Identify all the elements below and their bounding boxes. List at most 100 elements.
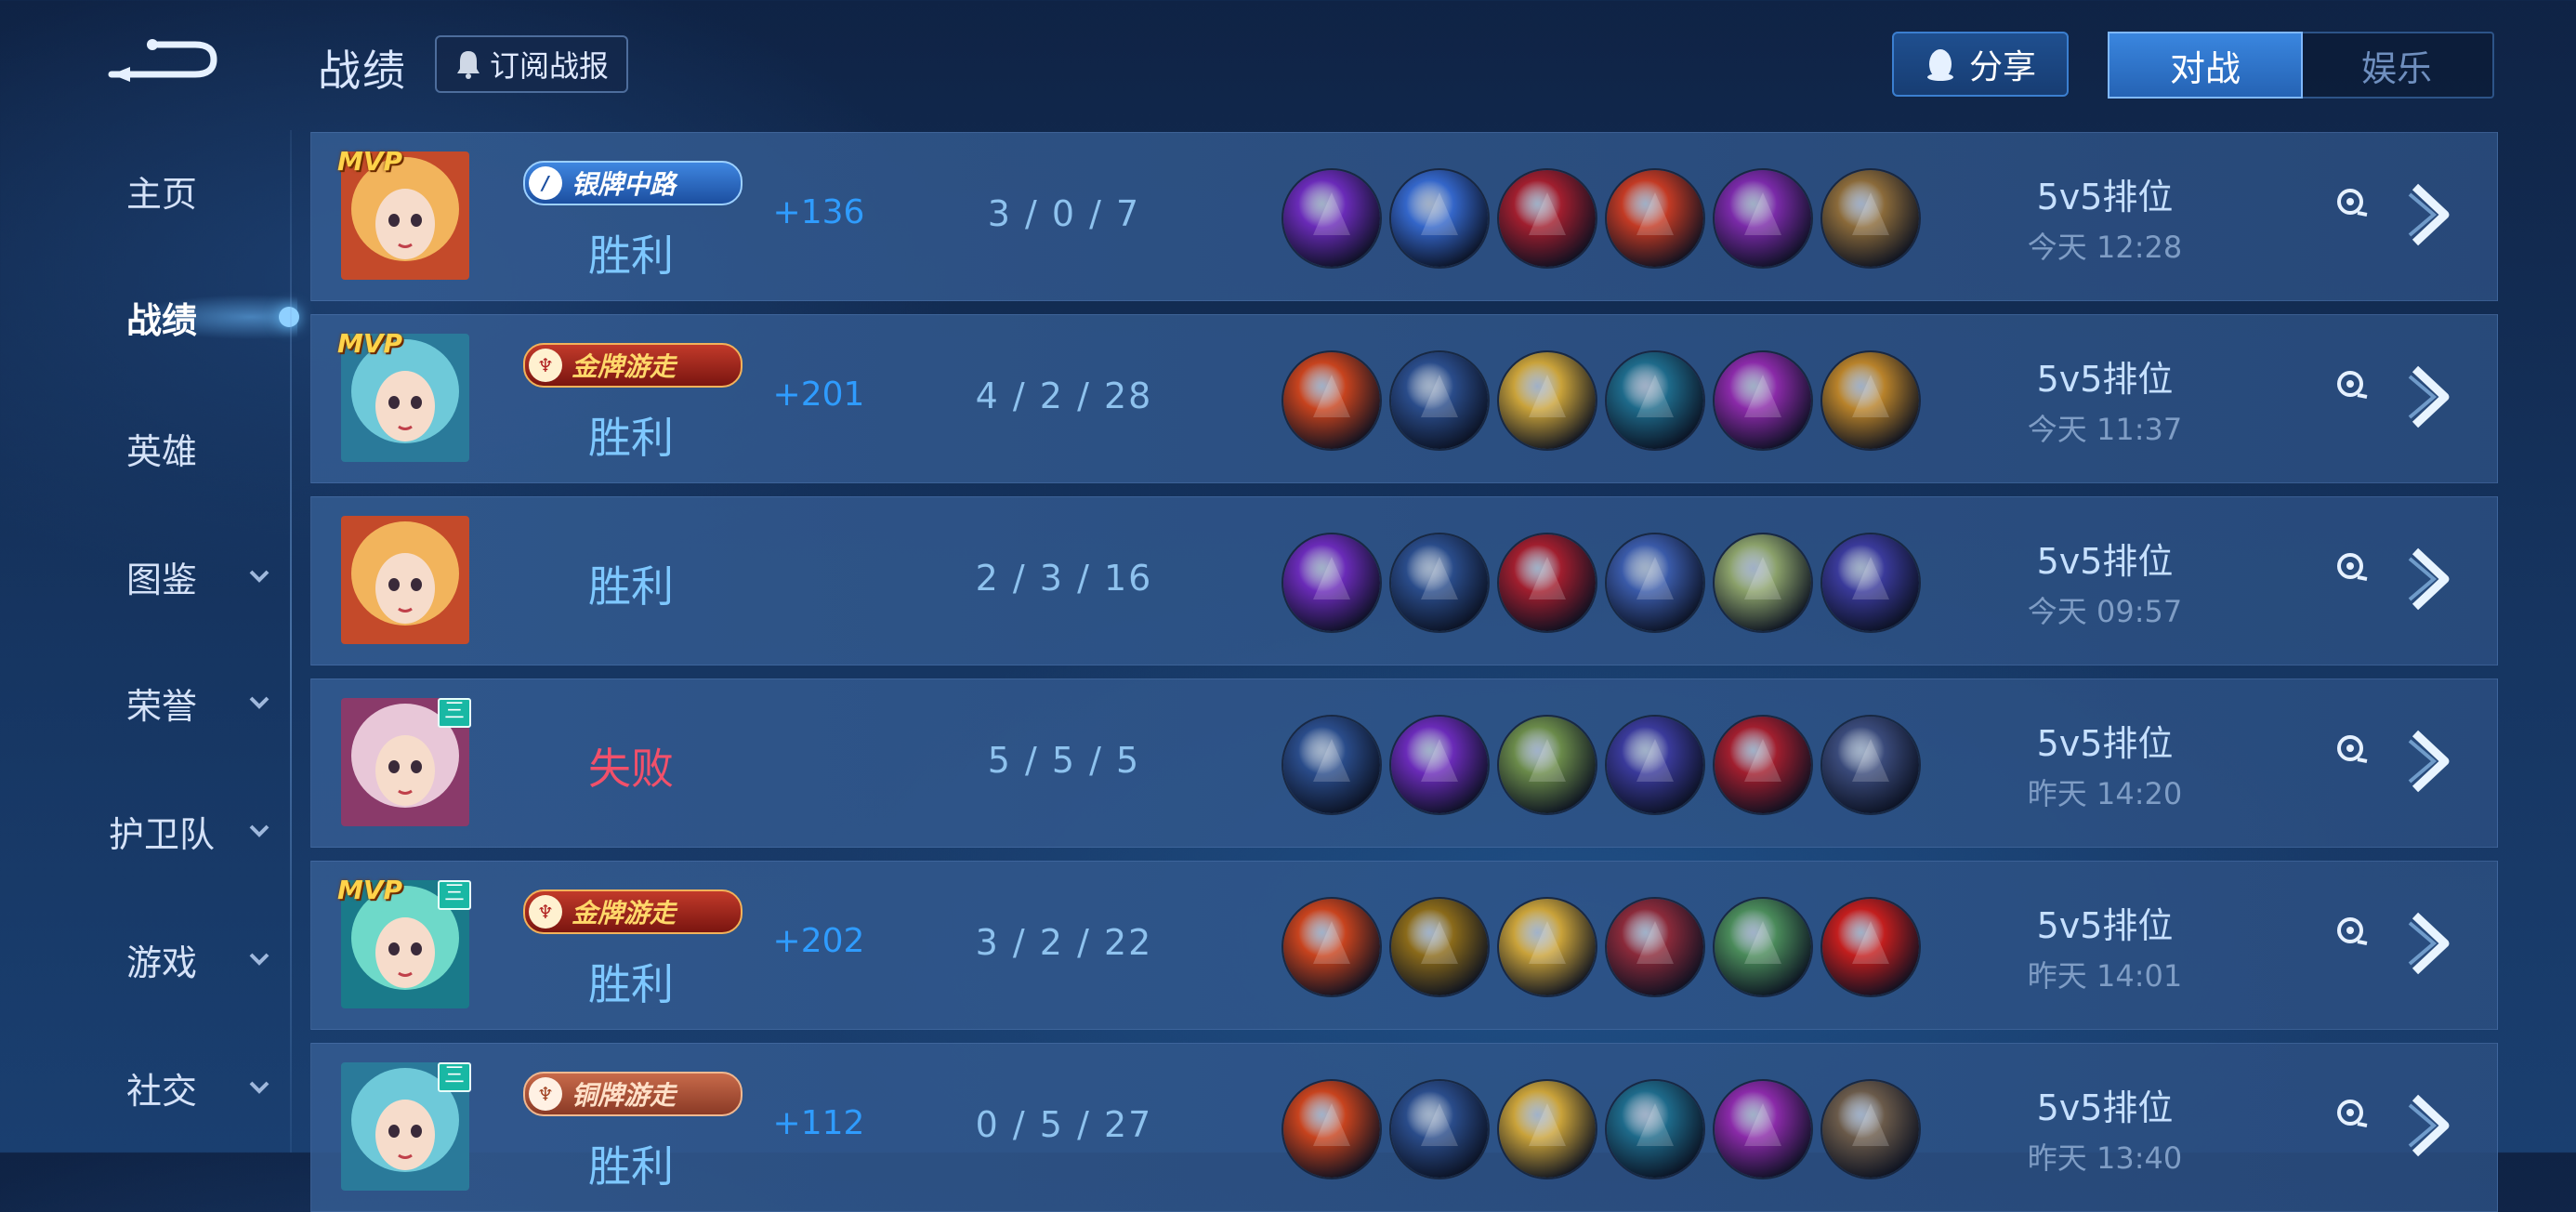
equipment-item-icon: [1605, 533, 1705, 633]
sidebar-item-games[interactable]: 游戏: [0, 922, 297, 996]
mvp-badge: MVP: [337, 146, 403, 177]
qq-penguin-icon: [1926, 49, 1953, 81]
sidebar-item-label: 战绩: [125, 299, 197, 341]
equipment-item-icon: [1713, 168, 1813, 269]
equipment-item-icon: [1389, 168, 1490, 269]
rank-badge: / 银牌中路: [523, 161, 743, 205]
match-time: 今天 09:57: [2027, 594, 2183, 629]
match-row[interactable]: 胜利 2 / 3 / 16 5v5排位 今天 09:57: [310, 496, 2498, 665]
equipment-item-icon: [1605, 715, 1705, 815]
chevron-right-icon[interactable]: [2402, 724, 2458, 798]
chevron-right-icon[interactable]: [2402, 542, 2458, 616]
match-row[interactable]: 三 失败 5 / 5 / 5 5v5排位 昨天 14:20: [310, 678, 2498, 848]
sidebar-item-home[interactable]: 主页: [0, 153, 297, 228]
level-badge: 三: [438, 698, 471, 728]
equipment-item-icon: [1389, 715, 1490, 815]
kda: 5 / 5 / 5: [987, 740, 1141, 781]
sidebar-item-label: 图鉴: [125, 559, 197, 600]
rank-badge: ♆ 金牌游走: [523, 889, 743, 934]
equipment-item-icon: [1281, 715, 1382, 815]
back-button[interactable]: [102, 26, 223, 91]
sidebar-item-codex[interactable]: 图鉴: [0, 539, 297, 613]
sidebar-item-label: 社交: [125, 1070, 197, 1112]
equipment-item-icon: [1497, 715, 1597, 815]
equipment-item-icon: [1820, 715, 1921, 815]
rank-points: +112: [772, 1104, 865, 1142]
equipment-item-icon: [1497, 350, 1597, 451]
equipment-item-icon: [1820, 1079, 1921, 1179]
match-mode: 5v5排位: [2036, 723, 2174, 764]
chevron-down-icon: [249, 696, 269, 709]
equipment-item-icon: [1389, 533, 1490, 633]
sidebar-item-label: 护卫队: [108, 813, 215, 855]
crest-icon: ♆: [529, 895, 562, 929]
match-result: 胜利: [588, 413, 674, 463]
match-row[interactable]: MVP 三 ♆ 金牌游走 胜利 +202 3 / 2 / 22 5v5排位 昨天 …: [310, 861, 2498, 1030]
match-mode: 5v5排位: [2036, 905, 2174, 946]
chevron-down-icon: [249, 570, 269, 583]
rank-label: 金牌游走: [572, 898, 677, 929]
equipment-item-icon: [1713, 350, 1813, 451]
equipment-item-icon: [1605, 350, 1705, 451]
equipment-item-icon: [1281, 1079, 1382, 1179]
mvp-badge: MVP: [337, 328, 403, 359]
equipment-item-icon: [1713, 897, 1813, 997]
sword-icon: /: [529, 166, 562, 200]
sidebar-item-social[interactable]: 社交: [0, 1050, 297, 1125]
match-row[interactable]: 三 ♆ 铜牌游走 胜利 +112 0 / 5 / 27 5v5排位 昨天 13:4…: [310, 1043, 2498, 1212]
sidebar-item-heroes[interactable]: 英雄: [0, 411, 297, 485]
sidebar-item-honor[interactable]: 荣誉: [0, 665, 297, 740]
match-row[interactable]: MVP / 银牌中路 胜利 +136 3 / 0 / 7 5v5排位 今天 12:…: [310, 132, 2498, 301]
mvp-badge: MVP: [337, 875, 403, 905]
equipment-item-icon: [1281, 897, 1382, 997]
rank-label: 铜牌游走: [572, 1080, 677, 1111]
sidebar-item-label: 荣誉: [125, 685, 197, 727]
sidebar-item-guard[interactable]: 护卫队: [0, 794, 297, 868]
tab-battle[interactable]: 对战: [2108, 32, 2303, 99]
equipment-item-icon: [1820, 350, 1921, 451]
chevron-right-icon[interactable]: [2402, 1088, 2458, 1163]
match-result: 胜利: [588, 1141, 674, 1192]
kda: 0 / 5 / 27: [975, 1104, 1153, 1145]
chevron-down-icon: [249, 953, 269, 966]
chevron-right-icon[interactable]: [2402, 906, 2458, 981]
rank-badge: ♆ 铜牌游走: [523, 1072, 743, 1116]
match-result: 胜利: [588, 561, 674, 612]
sidebar-item-label: 游戏: [125, 942, 197, 983]
rank-badge: ♆ 金牌游走: [523, 343, 743, 388]
kda: 2 / 3 / 16: [975, 558, 1153, 599]
match-result: 胜利: [588, 231, 674, 281]
match-result: 失败: [588, 744, 674, 794]
chevron-right-icon[interactable]: [2402, 360, 2458, 434]
share-button[interactable]: 分享: [1892, 32, 2069, 97]
match-row[interactable]: MVP ♆ 金牌游走 胜利 +201 4 / 2 / 28 5v5排位 今天 11…: [310, 314, 2498, 483]
replay-icon[interactable]: [2335, 551, 2369, 585]
replay-icon[interactable]: [2335, 369, 2369, 402]
subscribe-report-button[interactable]: 订阅战报: [435, 35, 628, 93]
chevron-right-icon[interactable]: [2402, 178, 2458, 252]
match-time: 昨天 14:01: [2027, 958, 2183, 994]
subscribe-label: 订阅战报: [489, 48, 609, 84]
equipment-item-icon: [1497, 533, 1597, 633]
replay-icon[interactable]: [2335, 1098, 2369, 1131]
equipment-item-icon: [1713, 715, 1813, 815]
match-mode: 5v5排位: [2036, 359, 2174, 400]
sidebar-item-records[interactable]: 战绩: [0, 280, 297, 354]
crest-icon: ♆: [529, 1077, 562, 1111]
replay-icon[interactable]: [2335, 916, 2369, 949]
equipment-item-icon: [1820, 897, 1921, 997]
equipment-item-icon: [1713, 533, 1813, 633]
tab-entertainment[interactable]: 娱乐: [2301, 33, 2492, 97]
match-result: 胜利: [588, 959, 674, 1009]
level-badge: 三: [438, 1062, 471, 1092]
page-title: 战绩: [318, 46, 407, 96]
equipment-item-icon: [1605, 1079, 1705, 1179]
replay-icon[interactable]: [2335, 187, 2369, 220]
rank-label: 银牌中路: [572, 169, 677, 200]
equipment-item-icon: [1389, 897, 1490, 997]
rank-label: 金牌游走: [572, 351, 677, 382]
match-time: 昨天 13:40: [2027, 1140, 2183, 1176]
equipment-item-icon: [1281, 350, 1382, 451]
rank-points: +202: [772, 922, 865, 960]
replay-icon[interactable]: [2335, 733, 2369, 767]
